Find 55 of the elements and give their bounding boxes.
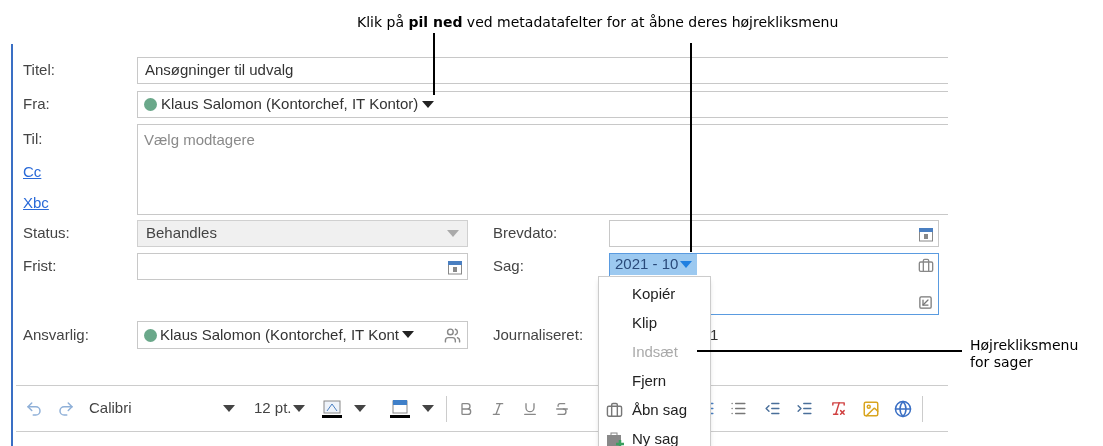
briefcase-icon [606, 402, 623, 419]
bullet-list-icon[interactable] [729, 400, 747, 417]
responsible-field[interactable]: Klaus Salomon (Kontorchef, IT Kont [137, 321, 468, 349]
image-icon[interactable] [861, 399, 880, 418]
field-label: Frist: [23, 256, 58, 277]
indent-icon[interactable] [795, 400, 813, 417]
date-field[interactable] [137, 253, 468, 280]
field-label: Fra: [23, 94, 51, 115]
briefcase-icon[interactable] [918, 258, 934, 274]
menu-item[interactable]: Åbn sag [599, 396, 710, 425]
font-size-dropdown[interactable]: 12 pt. [254, 397, 305, 420]
caret-icon[interactable] [402, 331, 415, 339]
field-label: Sag: [493, 256, 525, 277]
sender-field[interactable]: Klaus Salomon (Kontorchef, IT Kontor) [137, 91, 948, 118]
field-label: Til: [23, 129, 44, 149]
cc-link[interactable]: Cc [23, 160, 42, 183]
journalized-value: 1 [710, 324, 719, 345]
briefcase-plus-icon [605, 430, 624, 446]
status-value: Behandles [146, 223, 217, 244]
underline-icon[interactable] [521, 400, 538, 417]
clear-formatting-icon[interactable] [829, 400, 847, 417]
annotation-text: Højrekliksmenu for sager [970, 337, 1080, 371]
calendar-icon[interactable] [447, 258, 463, 275]
field-label: Brevdato: [493, 223, 559, 244]
caret-icon[interactable] [292, 404, 305, 413]
caret-icon[interactable] [353, 404, 366, 413]
date-field[interactable] [609, 220, 939, 247]
field-label: Ansvarlig: [23, 324, 90, 345]
outdent-icon[interactable] [763, 400, 781, 417]
menu-item[interactable]: Fjern [599, 367, 710, 396]
caret-icon[interactable] [421, 404, 434, 413]
title-field[interactable]: Ansøgninger til udvalg [137, 57, 948, 84]
highlight-icon[interactable] [389, 398, 410, 419]
caret-icon[interactable] [223, 404, 235, 413]
field-label: Status: [23, 223, 71, 244]
font-dropdown[interactable]: Calibri [89, 397, 223, 420]
status-dropdown[interactable]: Behandles [137, 220, 468, 247]
responsible-name: Klaus Salomon (Kontorchef, IT Kont [160, 324, 400, 345]
undo-icon[interactable] [25, 399, 43, 418]
case-value[interactable]: 2021 - 10 [610, 254, 698, 275]
leader-line [433, 33, 435, 95]
sender-name: Klaus Salomon (Kontorchef, IT Kontor) [161, 94, 419, 115]
bcc-link[interactable]: Xbc [23, 192, 49, 215]
annotation-text: Klik på pil ned ved metadatafelter for at åbne deres højrekliksmenu [357, 14, 839, 30]
field-label: Titel: [23, 60, 56, 81]
arrow-box-icon[interactable] [918, 295, 933, 310]
link-icon[interactable] [893, 399, 912, 418]
redo-icon[interactable] [57, 399, 75, 418]
strikethrough-icon[interactable] [553, 400, 570, 417]
field-label: Journaliseret: [493, 324, 585, 345]
calendar-icon[interactable] [918, 225, 934, 242]
caret-icon[interactable] [422, 100, 435, 109]
recipients-field[interactable]: Vælg modtagere [137, 124, 948, 215]
font-color-icon[interactable] [321, 398, 342, 419]
people-icon[interactable] [444, 326, 461, 344]
